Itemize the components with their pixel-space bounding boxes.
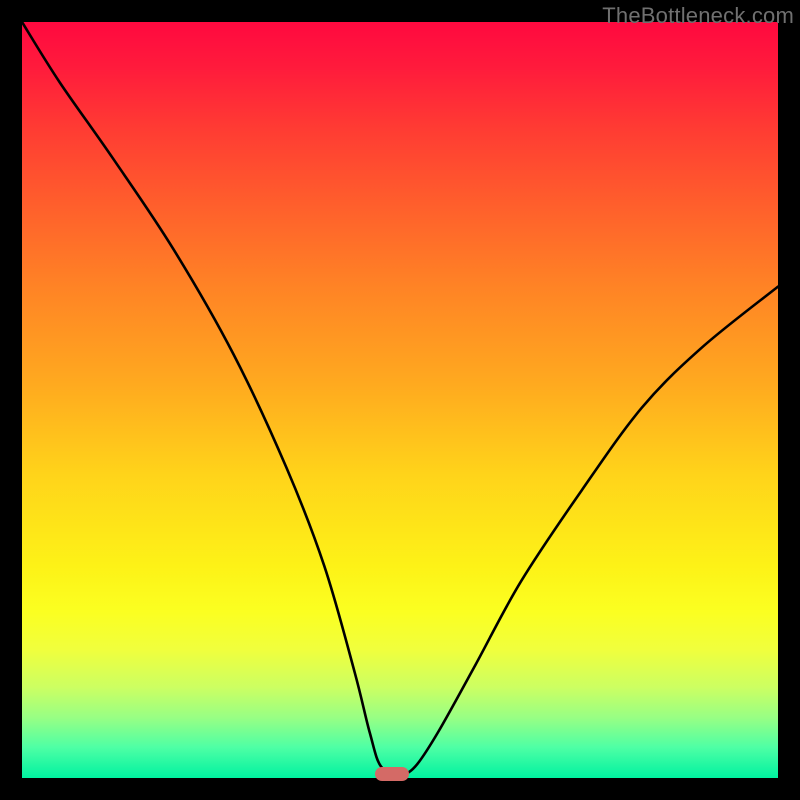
- plot-area: [22, 22, 778, 778]
- bottleneck-curve: [22, 22, 778, 778]
- watermark-text: TheBottleneck.com: [602, 3, 794, 29]
- optimal-point-marker: [375, 767, 409, 781]
- chart-frame: TheBottleneck.com: [0, 0, 800, 800]
